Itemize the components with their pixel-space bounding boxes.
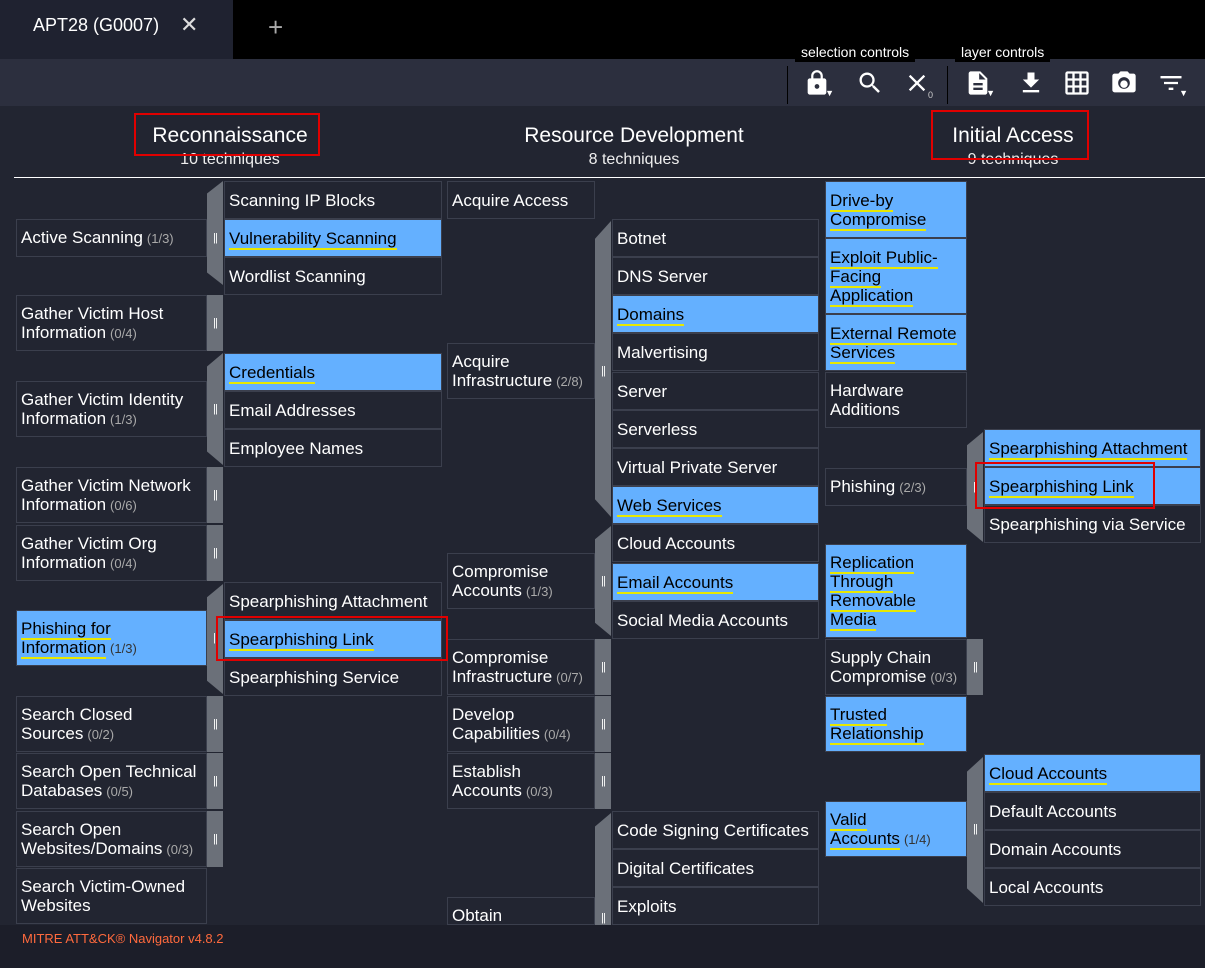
tactic-initial-access[interactable]: Initial Access: [913, 124, 1113, 148]
lock-icon[interactable]: ▼: [796, 62, 838, 104]
subtechnique-bracket: [595, 813, 611, 925]
expand-handle-icon[interactable]: ||: [595, 696, 611, 752]
technique-search-closed-sources[interactable]: Search Closed Sources (0/2): [16, 696, 207, 752]
expand-handle-icon[interactable]: ||: [207, 467, 223, 523]
search-icon[interactable]: [849, 62, 891, 104]
subtechnique-serverless[interactable]: Serverless: [612, 410, 819, 448]
subtechnique-vulnerability-scanning[interactable]: Vulnerability Scanning: [224, 219, 442, 257]
filter-icon[interactable]: ▼: [1150, 62, 1192, 104]
subtechnique-cloud-accounts[interactable]: Cloud Accounts: [612, 524, 819, 562]
subtechnique-credentials[interactable]: Credentials: [224, 353, 442, 391]
subtechnique-dns-server[interactable]: DNS Server: [612, 257, 819, 295]
subtechnique-malvertising[interactable]: Malvertising: [612, 333, 819, 371]
camera-icon[interactable]: [1103, 62, 1145, 104]
toolbar-divider: [947, 66, 948, 104]
technique-acquire-access[interactable]: Acquire Access: [447, 181, 595, 219]
expand-handle-icon[interactable]: ||: [207, 525, 223, 581]
subtechnique-web-services[interactable]: Web Services: [612, 486, 819, 524]
technique-acquire-infrastructure[interactable]: Acquire Infrastructure (2/8): [447, 343, 595, 399]
subtechnique-virtual-private-server[interactable]: Virtual Private Server: [612, 448, 819, 486]
expand-handle-icon[interactable]: ||: [595, 553, 611, 609]
technique-search-open-websites-domains[interactable]: Search Open Websites/Domains (0/3): [16, 811, 207, 867]
technique-gather-victim-network-information[interactable]: Gather Victim Network Information (0/6): [16, 467, 207, 523]
tab-title[interactable]: APT28 (G0007): [33, 15, 159, 36]
subtechnique-spearphishing-link[interactable]: Spearphishing Link: [224, 620, 442, 658]
subtechnique-spearphishing-link[interactable]: Spearphishing Link: [984, 467, 1201, 505]
subtechnique-server[interactable]: Server: [612, 372, 819, 410]
expand-handle-icon[interactable]: ||: [207, 696, 223, 752]
technique-replication-through-removable-media[interactable]: Replication Through Removable Media: [825, 544, 967, 638]
tab-close-icon[interactable]: ✕: [180, 12, 198, 38]
subtechnique-cloud-accounts[interactable]: Cloud Accounts: [984, 754, 1201, 792]
expand-handle-icon[interactable]: ||: [967, 468, 983, 506]
tactic-reconnaissance-count: 10 techniques: [180, 151, 280, 168]
expand-handle-icon[interactable]: ||: [207, 811, 223, 867]
tactic-resource-development-count: 8 techniques: [588, 151, 680, 168]
clear-selection-icon[interactable]: 0: [896, 62, 938, 104]
technique-search-open-technical-databases[interactable]: Search Open Technical Databases (0/5): [16, 753, 207, 809]
grid-icon[interactable]: [1056, 62, 1098, 104]
technique-active-scanning[interactable]: Active Scanning (1/3): [16, 219, 207, 257]
toolbar-divider: [787, 66, 788, 104]
subtechnique-digital-certificates[interactable]: Digital Certificates: [612, 849, 819, 887]
technique-compromise-infrastructure[interactable]: Compromise Infrastructure (0/7): [447, 639, 595, 695]
expand-handle-icon[interactable]: ||: [207, 610, 223, 666]
tactic-initial-access-count: 9 techniques: [967, 151, 1059, 168]
technique-obtain[interactable]: Obtain: [447, 897, 595, 925]
technique-external-remote-services[interactable]: External Remote Services: [825, 314, 967, 371]
technique-develop-capabilities[interactable]: Develop Capabilities (0/4): [447, 696, 595, 752]
subtechnique-spearphishing-attachment[interactable]: Spearphishing Attachment: [224, 582, 442, 620]
technique-supply-chain-compromise[interactable]: Supply Chain Compromise (0/3): [825, 639, 967, 695]
expand-handle-icon[interactable]: ||: [207, 219, 223, 257]
subtechnique-wordlist-scanning[interactable]: Wordlist Scanning: [224, 257, 442, 295]
subtechnique-scanning-ip-blocks[interactable]: Scanning IP Blocks: [224, 181, 442, 219]
subtechnique-botnet[interactable]: Botnet: [612, 219, 819, 257]
technique-compromise-accounts[interactable]: Compromise Accounts (1/3): [447, 553, 595, 609]
technique-gather-victim-org-information[interactable]: Gather Victim Org Information (0/4): [16, 525, 207, 581]
subtechnique-email-accounts[interactable]: Email Accounts: [612, 563, 819, 601]
selection-controls-label: selection controls: [795, 42, 916, 62]
tactic-reconnaissance[interactable]: Reconnaissance: [130, 124, 330, 148]
subtechnique-local-accounts[interactable]: Local Accounts: [984, 868, 1201, 906]
technique-phishing[interactable]: Phishing (2/3): [825, 468, 967, 506]
technique-exploit-public-facing-application[interactable]: Exploit Public-Facing Application: [825, 238, 967, 314]
subtechnique-code-signing-certificates[interactable]: Code Signing Certificates: [612, 811, 819, 849]
selection-count: 0: [927, 90, 933, 100]
technique-phishing-for-information[interactable]: Phishing for Information (1/3): [16, 610, 207, 666]
technique-search-victim-owned-websites[interactable]: Search Victim-Owned Websites: [16, 868, 207, 924]
tactic-resource-development[interactable]: Resource Development: [484, 124, 784, 148]
expand-handle-icon[interactable]: ||: [967, 801, 983, 857]
technique-valid-accounts[interactable]: Valid Accounts (1/4): [825, 801, 967, 857]
expand-handle-icon[interactable]: ||: [207, 381, 223, 437]
technique-gather-victim-identity-information[interactable]: Gather Victim Identity Information (1/3): [16, 381, 207, 437]
subtechnique-spearphishing-attachment[interactable]: Spearphishing Attachment: [984, 429, 1201, 467]
expand-handle-icon[interactable]: ||: [595, 639, 611, 695]
add-tab-icon[interactable]: +: [268, 12, 283, 43]
technique-drive-by-compromise[interactable]: Drive-by Compromise: [825, 181, 967, 238]
expand-handle-icon[interactable]: ||: [207, 753, 223, 809]
expand-handle-icon[interactable]: ||: [967, 639, 983, 695]
version-label: MITRE ATT&CK® Navigator v4.8.2: [22, 931, 224, 946]
subtechnique-spearphishing-service[interactable]: Spearphishing Service: [224, 658, 442, 696]
expand-handle-icon[interactable]: ||: [595, 753, 611, 809]
layer-info-icon[interactable]: ▼: [957, 62, 999, 104]
expand-handle-icon[interactable]: ||: [207, 295, 223, 351]
technique-gather-victim-host-information[interactable]: Gather Victim Host Information (0/4): [16, 295, 207, 351]
layer-controls-label: layer controls: [955, 42, 1051, 62]
download-icon[interactable]: [1010, 62, 1052, 104]
expand-handle-icon[interactable]: ||: [595, 910, 611, 925]
technique-trusted-relationship[interactable]: Trusted Relationship: [825, 696, 967, 752]
subtechnique-employee-names[interactable]: Employee Names: [224, 429, 442, 467]
subtechnique-domains[interactable]: Domains: [612, 295, 819, 333]
subtechnique-spearphishing-via-service[interactable]: Spearphishing via Service: [984, 505, 1201, 543]
subtechnique-email-addresses[interactable]: Email Addresses: [224, 391, 442, 429]
subtechnique-domain-accounts[interactable]: Domain Accounts: [984, 830, 1201, 868]
technique-hardware-additions[interactable]: Hardware Additions: [825, 372, 967, 428]
subtechnique-exploits[interactable]: Exploits: [612, 887, 819, 925]
header-divider: [14, 177, 1205, 178]
technique-establish-accounts[interactable]: Establish Accounts (0/3): [447, 753, 595, 809]
subtechnique-default-accounts[interactable]: Default Accounts: [984, 792, 1201, 830]
expand-handle-icon[interactable]: ||: [595, 343, 611, 399]
subtechnique-social-media-accounts[interactable]: Social Media Accounts: [612, 601, 819, 639]
